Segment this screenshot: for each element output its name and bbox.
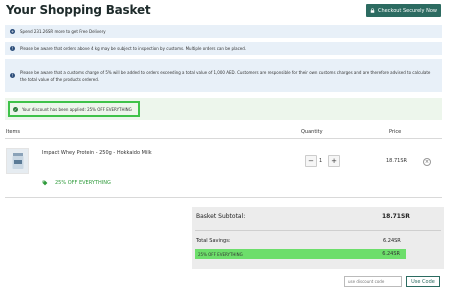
item-promotion: 25% OFF EVERYTHING xyxy=(42,180,111,186)
check-icon: ✓ xyxy=(13,106,18,112)
info-icon: ! xyxy=(10,46,15,51)
promotion-savings-value: 6.24SR xyxy=(382,251,400,257)
page-title: Your Shopping Basket xyxy=(6,3,151,17)
subtotal-value: 18.71SR xyxy=(382,213,410,220)
subtotal-label: Basket Subtotal: xyxy=(196,213,246,220)
notice-customs-weight: ! Please be aware that orders above 4 kg… xyxy=(5,42,442,55)
increase-quantity-button[interactable]: + xyxy=(328,155,340,167)
lock-icon xyxy=(370,8,375,13)
discount-applied-message: ✓ Your discount has been applied: 25% OF… xyxy=(8,101,140,117)
column-header-quantity: Quantity xyxy=(301,129,323,135)
discount-code-input[interactable] xyxy=(344,276,402,287)
quantity-value[interactable]: 1 xyxy=(319,158,322,164)
product-tub-icon xyxy=(12,153,23,169)
checkout-button-label: Checkout Securely Now xyxy=(378,7,437,14)
checkout-button[interactable]: Checkout Securely Now xyxy=(366,4,441,17)
savings-label: Total Savings: xyxy=(196,238,231,244)
promotion-savings-row: 25% OFF EVERYTHING 6.24SR xyxy=(195,249,406,259)
notice-free-delivery: + Spend 231.26SR more to get Free Delive… xyxy=(5,25,442,38)
discount-text: Your discount has been applied: 25% OFF … xyxy=(22,106,132,112)
info-icon: + xyxy=(10,29,15,34)
column-header-price: Price xyxy=(389,129,402,135)
summary-divider xyxy=(195,230,441,231)
use-code-button[interactable]: Use Code xyxy=(406,276,440,287)
product-image[interactable] xyxy=(6,148,29,174)
product-name-link[interactable]: Impact Whey Protein - 250g - Hokkaido Mi… xyxy=(42,150,152,156)
header-divider xyxy=(5,138,442,139)
promotion-label: 25% OFF EVERYTHING xyxy=(55,180,111,186)
items-divider xyxy=(5,197,442,198)
column-header-items: Items xyxy=(6,129,20,135)
decrease-quantity-button[interactable]: − xyxy=(305,155,317,167)
item-price: 18.71SR xyxy=(386,158,407,164)
notice-text: Please be aware that a customs charge of… xyxy=(20,69,431,82)
promotion-savings-label: 25% OFF EVERYTHING xyxy=(198,251,243,257)
notice-customs-charge: ! Please be aware that a customs charge … xyxy=(5,59,442,92)
remove-icon[interactable]: × xyxy=(423,158,431,166)
info-icon: ! xyxy=(10,73,15,78)
tag-icon xyxy=(42,180,48,186)
notice-text: Spend 231.26SR more to get Free Delivery xyxy=(20,29,106,34)
savings-value: 6.24SR xyxy=(383,238,401,244)
notice-text: Please be aware that orders above 4 kg m… xyxy=(20,46,247,51)
